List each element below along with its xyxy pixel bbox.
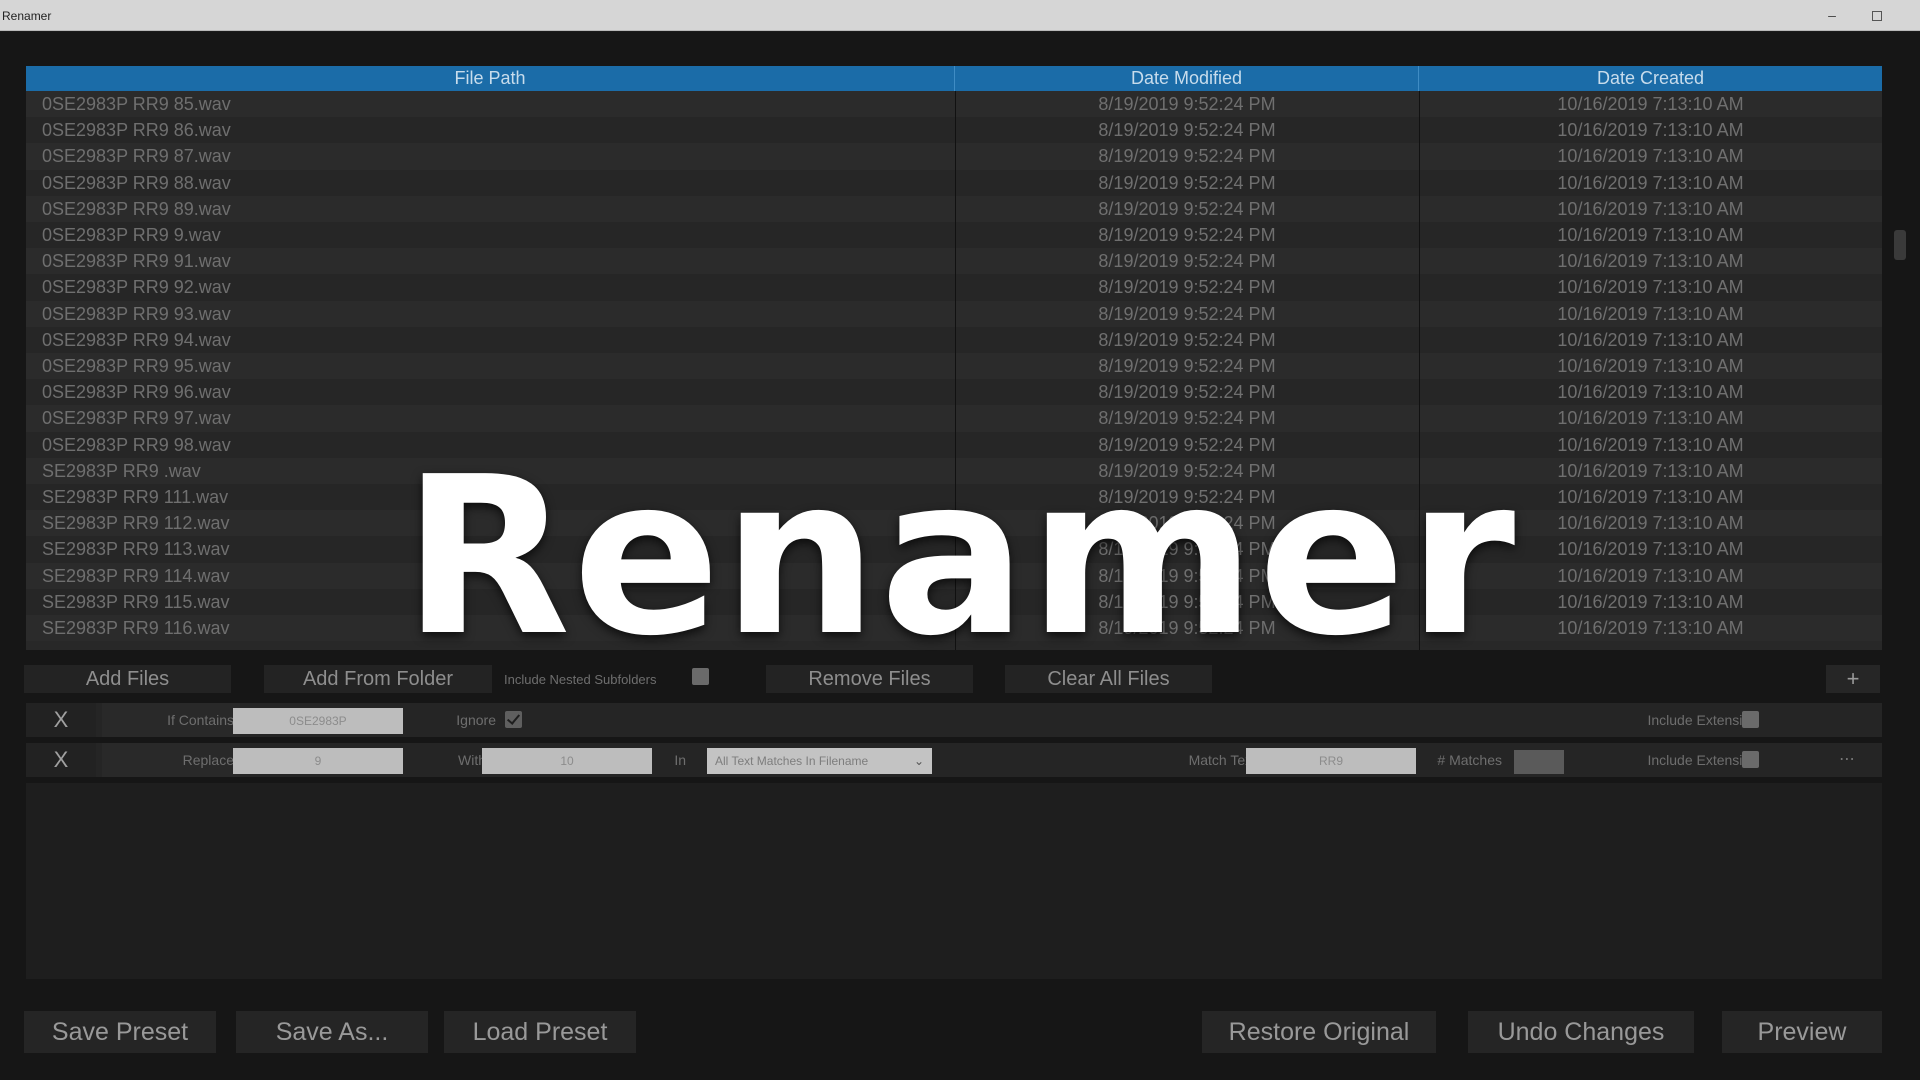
date-created-cell: 10/16/2019 7:13:10 AM bbox=[1557, 198, 1744, 219]
table-header: File Path Date Modified Date Created bbox=[26, 66, 1882, 91]
replace-input[interactable]: 9 bbox=[233, 748, 403, 774]
include-extension-label: Include Extension bbox=[1647, 712, 1758, 728]
rule-row-replace: X Replace 9 With 10 In All Text Matches … bbox=[26, 743, 1882, 777]
file-path-cell: 0SE2983P RR9 94.wav bbox=[42, 329, 231, 350]
table-row[interactable]: 0SE2983P RR9 92.wav 8/19/2019 9:52:24 PM 1… bbox=[26, 274, 1882, 301]
date-created-cell: 10/16/2019 7:13:10 AM bbox=[1557, 251, 1744, 272]
file-path-cell: 0SE2983P RR9 85.wav bbox=[42, 94, 231, 114]
contains-input[interactable]: 0SE2983P bbox=[233, 708, 403, 734]
date-modified-cell: 8/19/2019 9:52:24 PM bbox=[1098, 251, 1276, 272]
save-as-button[interactable]: Save As... bbox=[236, 1011, 428, 1053]
date-created-cell: 10/16/2019 7:13:10 AM bbox=[1557, 94, 1744, 114]
rules-empty-area bbox=[26, 783, 1882, 979]
scope-dropdown[interactable]: All Text Matches In Filename ⌄ bbox=[707, 748, 932, 774]
date-created-cell: 10/16/2019 7:13:10 AM bbox=[1557, 172, 1744, 193]
file-path-cell: 0SE2983P RR9 87.wav bbox=[42, 146, 231, 167]
ignore-label: Ignore bbox=[456, 712, 496, 728]
column-header-date-modified[interactable]: Date Modified bbox=[955, 66, 1419, 91]
date-created-cell: 10/16/2019 7:13:10 AM bbox=[1557, 120, 1744, 141]
file-path-cell: 0SE2983P RR9 93.wav bbox=[42, 303, 231, 324]
include-extension-checkbox[interactable] bbox=[1742, 711, 1759, 728]
date-created-cell: 10/16/2019 7:13:10 AM bbox=[1557, 329, 1744, 350]
table-row[interactable]: 0SE2983P RR9 93.wav 8/19/2019 9:52:24 PM 1… bbox=[26, 300, 1882, 327]
remove-rule-button[interactable]: X bbox=[26, 743, 96, 777]
match-text-input[interactable]: RR9 bbox=[1246, 748, 1416, 774]
date-created-cell: 10/16/2019 7:13:10 AM bbox=[1557, 303, 1744, 324]
restore-original-button[interactable]: Restore Original bbox=[1202, 1011, 1436, 1053]
more-options-icon[interactable]: ⋯ bbox=[1812, 743, 1882, 777]
with-label: With bbox=[458, 752, 486, 768]
scope-dropdown-value: All Text Matches In Filename bbox=[715, 754, 869, 768]
in-label: In bbox=[674, 752, 686, 768]
date-modified-cell: 8/19/2019 9:52:24 PM bbox=[1098, 198, 1276, 219]
ignore-checkbox[interactable] bbox=[505, 711, 522, 728]
date-modified-cell: 8/19/2019 9:52:24 PM bbox=[1098, 146, 1276, 167]
file-path-cell: 0SE2983P RR9 86.wav bbox=[42, 120, 231, 141]
date-modified-cell: 8/19/2019 9:52:24 PM bbox=[1098, 329, 1276, 350]
table-row[interactable]: 0SE2983P RR9 95.wav 8/19/2019 9:52:24 PM 1… bbox=[26, 353, 1882, 380]
date-modified-cell: 8/19/2019 9:52:24 PM bbox=[1098, 382, 1276, 403]
date-modified-cell: 8/19/2019 9:52:24 PM bbox=[1098, 120, 1276, 141]
column-header-file-path[interactable]: File Path bbox=[26, 66, 955, 91]
file-path-cell: 0SE2983P RR9 91.wav bbox=[42, 251, 231, 272]
table-row[interactable]: 0SE2983P RR9 85.wav 8/19/2019 9:52:24 PM 1… bbox=[26, 91, 1882, 118]
save-preset-button[interactable]: Save Preset bbox=[24, 1011, 216, 1053]
overlay-title: Renamer bbox=[402, 431, 1518, 684]
preview-button[interactable]: Preview bbox=[1722, 1011, 1882, 1053]
minimize-icon[interactable]: – bbox=[1815, 2, 1849, 28]
file-path-cell: 0SE2983P RR9 96.wav bbox=[42, 382, 231, 403]
remove-rule-button[interactable]: X bbox=[26, 703, 96, 737]
chevron-down-icon: ⌄ bbox=[913, 754, 924, 768]
rule-type-label: If Contains bbox=[102, 703, 240, 737]
maximize-icon[interactable] bbox=[1860, 2, 1894, 28]
rule-row-if-contains: X If Contains 0SE2983P Ignore Include Ex… bbox=[26, 703, 1882, 737]
file-path-cell: 0SE2983P RR9 92.wav bbox=[42, 277, 231, 298]
date-modified-cell: 8/19/2019 9:52:24 PM bbox=[1098, 94, 1276, 114]
match-text-label: Match Text bbox=[1188, 752, 1256, 768]
table-scrollbar[interactable] bbox=[1894, 230, 1906, 260]
table-row[interactable]: 0SE2983P RR9 87.wav 8/19/2019 9:52:24 PM 1… bbox=[26, 143, 1882, 170]
date-created-cell: 10/16/2019 7:13:10 AM bbox=[1557, 408, 1744, 429]
title-bar: Renamer – bbox=[0, 0, 1920, 31]
table-row[interactable]: 0SE2983P RR9 89.wav 8/19/2019 9:52:24 PM 1… bbox=[26, 195, 1882, 222]
rule-type-label: Replace bbox=[102, 743, 240, 777]
matches-label: # Matches bbox=[1437, 752, 1502, 768]
window-title: Renamer bbox=[2, 9, 52, 23]
table-row[interactable]: 0SE2983P RR9 9.wav 8/19/2019 9:52:24 PM 10… bbox=[26, 222, 1882, 249]
file-path-cell: 0SE2983P RR9 97.wav bbox=[42, 408, 231, 429]
date-created-cell: 10/16/2019 7:13:10 AM bbox=[1557, 146, 1744, 167]
date-modified-cell: 8/19/2019 9:52:24 PM bbox=[1098, 356, 1276, 376]
table-row[interactable]: 0SE2983P RR9 94.wav 8/19/2019 9:52:24 PM 1… bbox=[26, 326, 1882, 353]
date-modified-cell: 8/19/2019 9:52:24 PM bbox=[1098, 303, 1276, 324]
file-path-cell: 0SE2983P RR9 89.wav bbox=[42, 198, 231, 219]
include-extension-label: Include Extension bbox=[1647, 752, 1758, 768]
load-preset-button[interactable]: Load Preset bbox=[444, 1011, 636, 1053]
file-path-cell: 0SE2983P RR9 9.wav bbox=[42, 225, 221, 245]
table-row[interactable]: 0SE2983P RR9 88.wav 8/19/2019 9:52:24 PM 1… bbox=[26, 169, 1882, 196]
date-created-cell: 10/16/2019 7:13:10 AM bbox=[1557, 277, 1744, 298]
date-created-cell: 10/16/2019 7:13:10 AM bbox=[1557, 382, 1744, 403]
with-input[interactable]: 10 bbox=[482, 748, 652, 774]
table-row[interactable]: 0SE2983P RR9 86.wav 8/19/2019 9:52:24 PM 1… bbox=[26, 117, 1882, 144]
column-header-date-created[interactable]: Date Created bbox=[1419, 66, 1882, 91]
date-created-cell: 10/16/2019 7:13:10 AM bbox=[1557, 356, 1744, 376]
file-path-cell: 0SE2983P RR9 95.wav bbox=[42, 356, 231, 376]
date-modified-cell: 8/19/2019 9:52:24 PM bbox=[1098, 225, 1276, 245]
include-extension-checkbox[interactable] bbox=[1742, 751, 1759, 768]
undo-changes-button[interactable]: Undo Changes bbox=[1468, 1011, 1694, 1053]
table-row[interactable]: 0SE2983P RR9 97.wav 8/19/2019 9:52:24 PM 1… bbox=[26, 405, 1882, 432]
table-row[interactable]: 0SE2983P RR9 96.wav 8/19/2019 9:52:24 PM 1… bbox=[26, 379, 1882, 406]
date-created-cell: 10/16/2019 7:13:10 AM bbox=[1557, 225, 1744, 245]
table-row[interactable]: 0SE2983P RR9 91.wav 8/19/2019 9:52:24 PM 1… bbox=[26, 248, 1882, 275]
date-modified-cell: 8/19/2019 9:52:24 PM bbox=[1098, 172, 1276, 193]
date-modified-cell: 8/19/2019 9:52:24 PM bbox=[1098, 408, 1276, 429]
file-path-cell: 0SE2983P RR9 88.wav bbox=[42, 172, 231, 193]
date-modified-cell: 8/19/2019 9:52:24 PM bbox=[1098, 277, 1276, 298]
